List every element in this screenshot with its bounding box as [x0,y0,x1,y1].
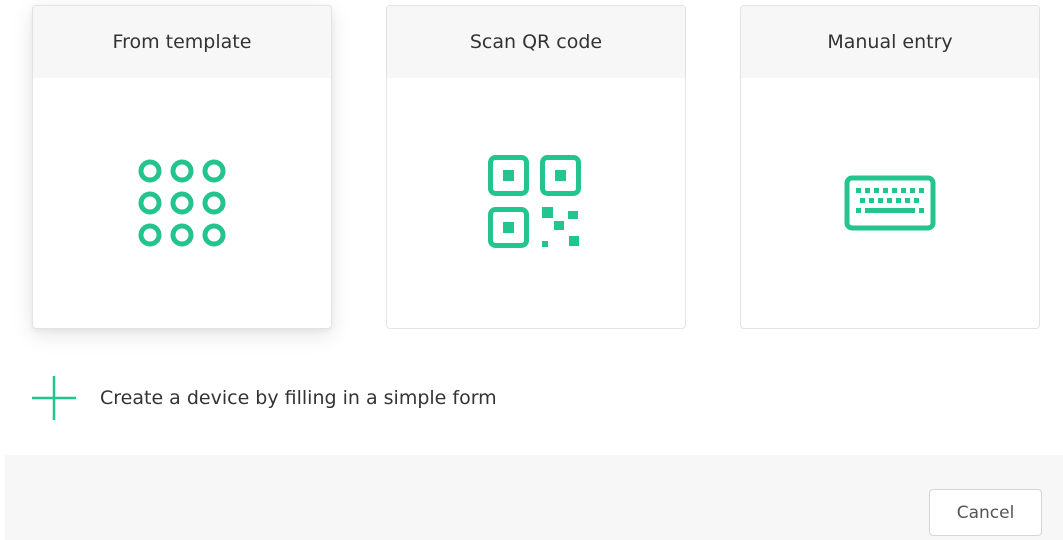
keyboard-icon [844,175,936,231]
grid-dots-icon [138,159,226,247]
add-device-dialog: From template Scan QR code Manual entry … [0,0,1063,540]
dialog-footer: Cancel [5,455,1063,540]
card-scan-qr-code[interactable]: Scan QR code [386,5,686,329]
card-title: Manual entry [741,6,1039,78]
cancel-button[interactable]: Cancel [929,489,1042,536]
create-device-label: Create a device by filling in a simple f… [100,387,497,409]
card-title: Scan QR code [387,6,685,78]
qr-code-icon [488,155,581,248]
card-from-template[interactable]: From template [32,5,332,329]
card-title: From template [33,6,331,78]
plus-icon [32,376,76,420]
create-device-form-link[interactable]: Create a device by filling in a simple f… [30,374,497,422]
card-manual-entry[interactable]: Manual entry [740,5,1040,329]
